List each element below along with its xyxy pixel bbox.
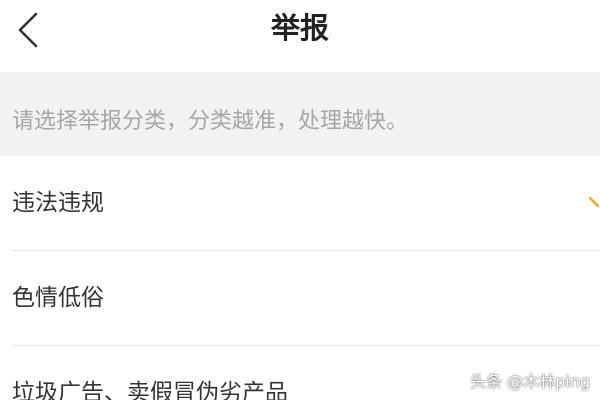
category-label: 垃圾广告、卖假冒伪劣产品 (12, 380, 288, 400)
chevron-right-icon (588, 196, 600, 208)
category-item-illegal[interactable]: 违法违规 (0, 156, 600, 251)
page-title: 举报 (270, 11, 329, 45)
report-page: 举报 请选择举报分类，分类越准，处理越快。 违法违规 色情低俗 垃圾广告、卖假冒… (0, 0, 600, 400)
header-bar: 举报 (0, 0, 600, 72)
category-label: 色情低俗 (12, 285, 104, 311)
watermark-text: 头条 @木林ping (470, 372, 590, 391)
category-label: 违法违规 (12, 190, 104, 216)
notice-banner: 请选择举报分类，分类越准，处理越快。 (0, 72, 600, 156)
category-item-vulgar[interactable]: 色情低俗 (0, 251, 600, 346)
notice-text: 请选择举报分类，分类越准，处理越快。 (12, 109, 409, 134)
